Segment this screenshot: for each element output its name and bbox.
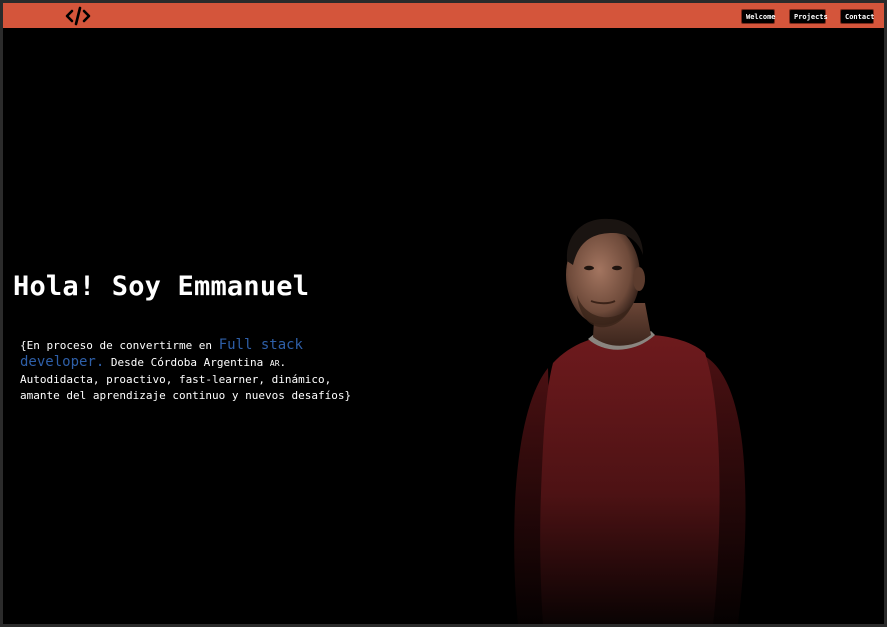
navbar: Welcome Projects Contact [3,3,884,28]
bio-location: Desde Córdoba Argentina [104,356,270,369]
portrait-photo [514,218,746,624]
nav-contact-button[interactable]: Contact [840,9,875,24]
hero-bio: {En proceso de convertirme en Full stack… [20,337,365,404]
nav-welcome-button[interactable]: Welcome [741,9,776,24]
nav-projects-button[interactable]: Projects [789,9,828,24]
code-brackets-icon[interactable] [65,5,91,27]
page: Welcome Projects Contact Hola! Soy Emman… [3,3,884,624]
hero-heading: Hola! Soy Emmanuel [13,271,310,302]
bio-intro: {En proceso de convertirme en [20,339,219,352]
flag-icon: AR [269,359,280,368]
